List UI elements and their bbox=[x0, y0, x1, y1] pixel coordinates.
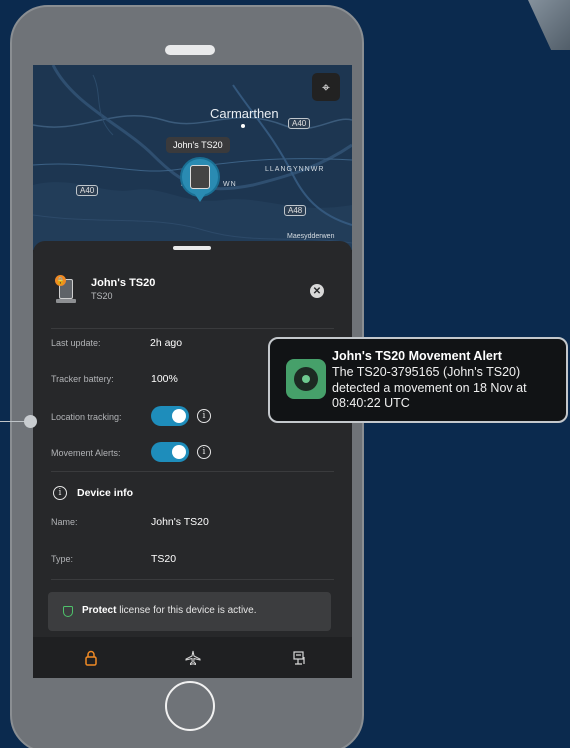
home-button[interactable] bbox=[165, 681, 215, 731]
map-city-dot bbox=[241, 124, 245, 128]
map-place-label: LLANGYNNWR bbox=[265, 166, 325, 173]
lock-icon[interactable] bbox=[79, 646, 103, 670]
device-map-pin[interactable] bbox=[180, 157, 220, 197]
total-station-icon bbox=[190, 165, 210, 189]
movement-alerts-toggle[interactable] bbox=[151, 442, 189, 462]
plane-icon[interactable] bbox=[181, 646, 205, 670]
movement-alerts-label: Movement Alerts: bbox=[51, 448, 121, 458]
total-station-icon: 🔒 bbox=[55, 275, 77, 305]
map-place-label: Maesydderwen bbox=[287, 233, 335, 240]
divider bbox=[51, 471, 334, 472]
app-logo-icon bbox=[286, 359, 326, 399]
road-tag: A40 bbox=[288, 118, 311, 129]
device-name: John's TS20 bbox=[91, 277, 156, 289]
close-button[interactable]: ✕ bbox=[310, 284, 324, 298]
map-place-label: WN bbox=[223, 181, 237, 188]
divider bbox=[51, 579, 334, 580]
alert-title: John's TS20 Movement Alert bbox=[332, 349, 502, 363]
info-name-label: Name: bbox=[51, 517, 78, 527]
license-name: Protect bbox=[82, 605, 117, 616]
connector-dot bbox=[24, 415, 37, 428]
shield-icon bbox=[63, 606, 73, 617]
license-status-box: Protect license for this device is activ… bbox=[48, 592, 331, 631]
device-detail-sheet: 🔒 John's TS20 TS20 ✕ Last update: 2h ago… bbox=[33, 241, 352, 637]
license-status-text: Protect license for this device is activ… bbox=[82, 605, 257, 616]
info-icon: i bbox=[53, 486, 67, 500]
license-message: license for this device is active. bbox=[116, 605, 257, 616]
info-name-value: John's TS20 bbox=[151, 516, 209, 528]
device-list-icon[interactable] bbox=[288, 646, 312, 670]
road-tag: A40 bbox=[76, 185, 99, 196]
locate-me-button[interactable]: ⌖ bbox=[312, 73, 340, 101]
corner-photo bbox=[528, 0, 570, 50]
device-map-label: John's TS20 bbox=[166, 137, 230, 153]
pin-tail bbox=[194, 193, 206, 202]
last-update-label: Last update: bbox=[51, 338, 101, 348]
battery-label: Tracker battery: bbox=[51, 374, 114, 384]
divider bbox=[51, 328, 334, 329]
road-tag: A48 bbox=[284, 205, 307, 216]
movement-alert-notification[interactable]: John's TS20 Movement Alert The TS20-3795… bbox=[268, 337, 568, 423]
device-info-title: Device info bbox=[77, 487, 134, 499]
location-tracking-label: Location tracking: bbox=[51, 412, 122, 422]
battery-value: 100% bbox=[151, 373, 178, 385]
map-city-label: Carmarthen bbox=[210, 106, 279, 121]
phone-speaker bbox=[165, 45, 215, 55]
device-type: TS20 bbox=[91, 291, 113, 301]
alert-body: The TS20-3795165 (John's TS20) detected … bbox=[332, 365, 527, 410]
info-type-label: Type: bbox=[51, 554, 74, 564]
lock-icon: 🔒 bbox=[55, 275, 66, 286]
info-icon[interactable]: i bbox=[197, 445, 211, 459]
info-icon[interactable]: i bbox=[197, 409, 211, 423]
device-header: 🔒 John's TS20 TS20 ✕ bbox=[33, 267, 352, 317]
location-tracking-toggle[interactable] bbox=[151, 406, 189, 426]
info-type-value: TS20 bbox=[151, 553, 177, 565]
bottom-tab-bar bbox=[33, 637, 352, 678]
last-update-value: 2h ago bbox=[150, 337, 183, 349]
sheet-drag-handle[interactable] bbox=[173, 246, 211, 250]
map-view[interactable]: ⌖ Carmarthen A40 A40 A48 JO WN LLANGYNNW… bbox=[33, 65, 352, 250]
